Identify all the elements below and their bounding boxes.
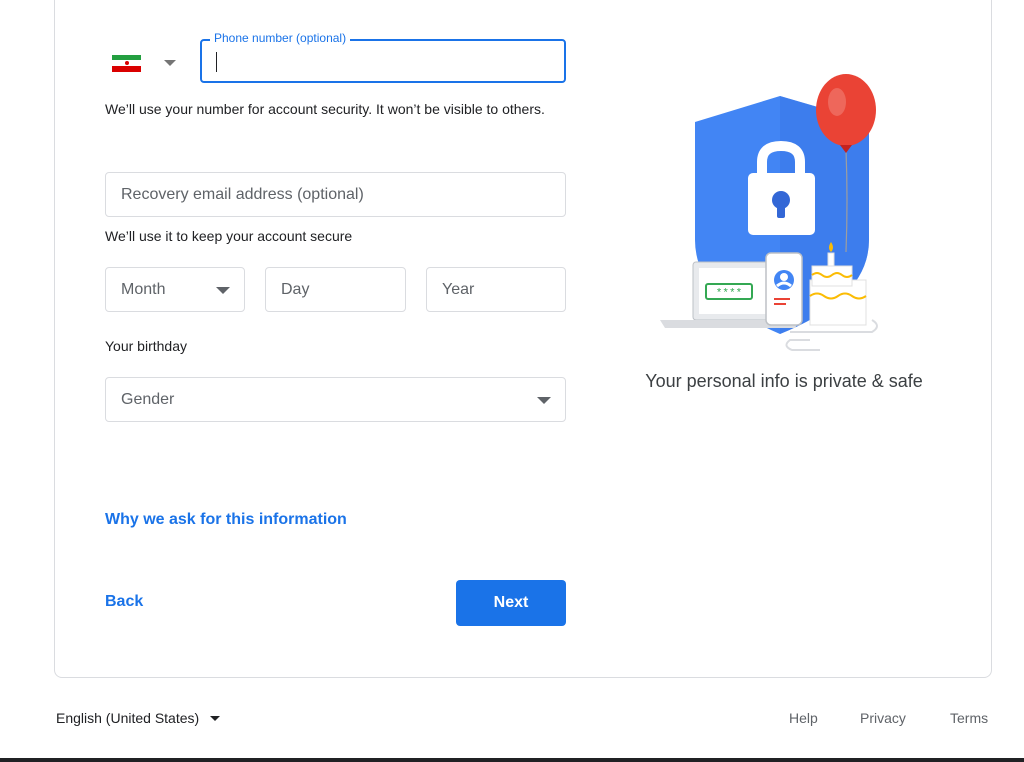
chevron-down-icon xyxy=(210,715,221,721)
recovery-email-input[interactable] xyxy=(121,185,550,204)
help-link[interactable]: Help xyxy=(789,710,818,726)
terms-link[interactable]: Terms xyxy=(950,710,988,726)
why-we-ask-link[interactable]: Why we ask for this information xyxy=(105,511,347,529)
next-button[interactable]: Next xyxy=(456,580,566,626)
chevron-down-icon xyxy=(216,287,230,294)
back-button[interactable]: Back xyxy=(105,593,143,611)
recovery-email-helper-text: We’ll use it to keep your account secure xyxy=(105,228,353,244)
chevron-down-icon xyxy=(164,60,176,66)
day-field[interactable] xyxy=(265,267,406,312)
language-selector[interactable]: English (United States) xyxy=(56,710,221,726)
year-field[interactable] xyxy=(426,267,566,312)
window-bottom-border xyxy=(0,758,1024,762)
gender-select[interactable]: Gender xyxy=(105,377,566,422)
month-select[interactable]: Month xyxy=(105,267,245,312)
phone-device-icon xyxy=(765,252,803,326)
password-mask-text: **** xyxy=(716,288,742,300)
iran-flag-icon xyxy=(112,54,141,72)
security-illustration: **** xyxy=(660,74,878,351)
gender-select-label: Gender xyxy=(121,390,175,408)
privacy-caption: Your personal info is private & safe xyxy=(645,371,923,391)
language-label: English (United States) xyxy=(56,710,200,726)
phone-helper-text: We’ll use your number for account securi… xyxy=(105,101,545,117)
privacy-link[interactable]: Privacy xyxy=(860,710,906,726)
recovery-email-field[interactable] xyxy=(105,172,566,217)
day-input[interactable] xyxy=(281,280,390,299)
country-selector[interactable] xyxy=(112,46,188,80)
birthday-helper-text: Your birthday xyxy=(105,338,187,354)
month-select-label: Month xyxy=(121,280,166,298)
chevron-down-icon xyxy=(537,397,551,404)
year-input[interactable] xyxy=(442,280,550,299)
phone-number-label: Phone number (optional) xyxy=(210,30,351,46)
text-cursor xyxy=(216,52,217,72)
